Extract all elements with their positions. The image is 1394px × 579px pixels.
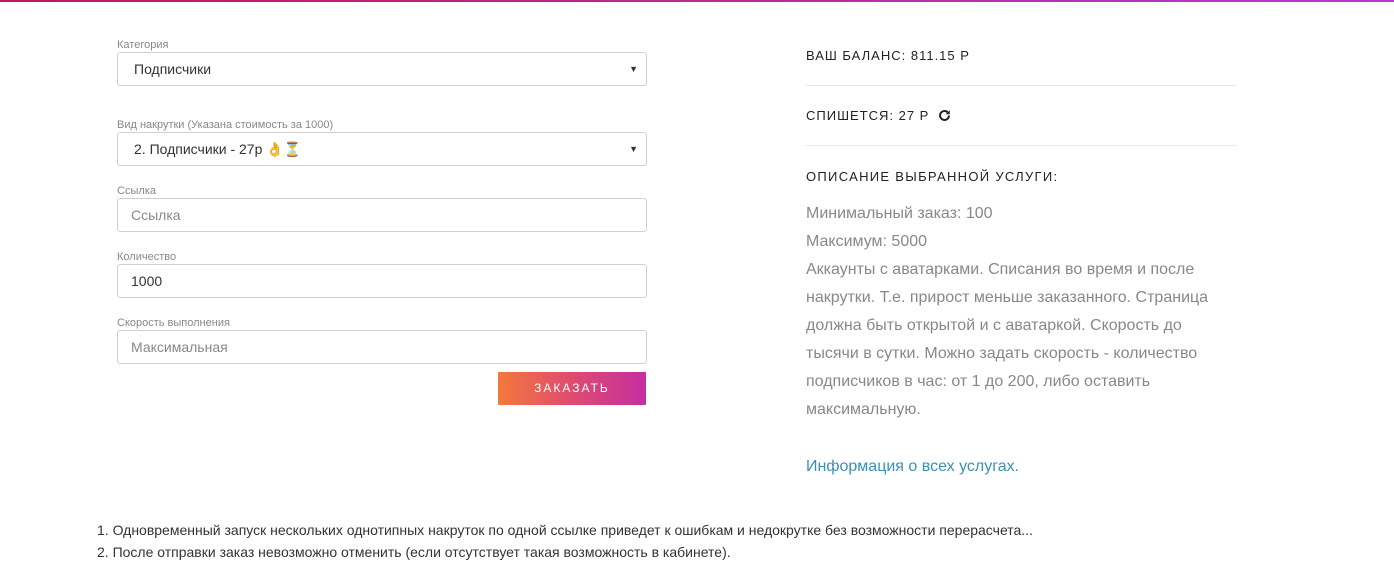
description-body: Минимальный заказ: 100 Максимум: 5000 Ак…: [806, 200, 1237, 424]
all-services-link[interactable]: Информация о всех услугах.: [806, 458, 1019, 476]
link-field: Ссылка Ссылка: [117, 184, 647, 232]
description-line: подписчиков в час: от 1 до 200, либо ост…: [806, 373, 1151, 390]
order-button[interactable]: ЗАКАЗАТЬ: [498, 372, 646, 405]
service-value: 2. Подписчики - 27р: [134, 141, 263, 157]
note-item: 1. Одновременный запуск нескольких однот…: [97, 522, 1033, 538]
description-line: накрутки. Т.е. прирост меньше заказанног…: [806, 289, 1209, 306]
notes-list: 1. Одновременный запуск нескольких однот…: [97, 519, 1033, 563]
speed-label: Скорость выполнения: [117, 317, 230, 329]
service-select[interactable]: 2. Подписчики - 27р 👌⏳ ▼: [117, 132, 647, 166]
speed-input[interactable]: Максимальная: [117, 330, 647, 364]
category-field: Категория Подписчики ▼: [117, 38, 647, 86]
category-select[interactable]: Подписчики ▼: [117, 52, 647, 86]
top-accent-line: [0, 0, 1394, 2]
chevron-down-icon: ▼: [629, 64, 638, 74]
description-line: Аккаунты с аватарками. Списания во время…: [806, 261, 1195, 278]
quantity-input[interactable]: 1000: [117, 264, 647, 298]
link-input[interactable]: Ссылка: [117, 198, 647, 232]
charge-text: СПИШЕТСЯ: 27 Р: [806, 108, 930, 123]
description-line: Максимум: 5000: [806, 233, 928, 250]
quantity-label: Количество: [117, 251, 177, 263]
description-line: тысячи в сутки. Можно задать скорость - …: [806, 345, 1198, 362]
link-label: Ссылка: [117, 185, 156, 197]
ok-hourglass-emoji: 👌⏳: [266, 141, 302, 157]
quantity-field: Количество 1000: [117, 250, 647, 298]
note-item: 2. После отправки заказ невозможно отмен…: [97, 544, 731, 560]
divider: [806, 85, 1237, 86]
category-label: Категория: [117, 39, 169, 51]
service-field: Вид накрутки (Указана стоимость за 1000)…: [117, 118, 647, 166]
chevron-down-icon: ▼: [629, 144, 638, 154]
service-label: Вид накрутки (Указана стоимость за 1000): [117, 119, 334, 131]
order-form: Категория Подписчики ▼ Вид накрутки (Ука…: [117, 38, 647, 405]
order-summary: ВАШ БАЛАНС: 811.15 Р СПИШЕТСЯ: 27 Р ОПИС…: [806, 38, 1237, 424]
description-title: ОПИСАНИЕ ВЫБРАННОЙ УСЛУГИ:: [806, 169, 1059, 184]
description-line: максимальную.: [806, 401, 921, 418]
speed-field: Скорость выполнения Максимальная: [117, 316, 647, 364]
description-line: должна быть открытой и с аватаркой. Скор…: [806, 317, 1182, 334]
category-value: Подписчики: [134, 61, 212, 77]
divider: [806, 145, 1237, 146]
balance-text: ВАШ БАЛАНС: 811.15 Р: [806, 48, 970, 63]
description-line: Минимальный заказ: 100: [806, 205, 993, 222]
refresh-icon[interactable]: [938, 100, 951, 136]
charge-row: СПИШЕТСЯ: 27 Р: [806, 98, 1237, 128]
